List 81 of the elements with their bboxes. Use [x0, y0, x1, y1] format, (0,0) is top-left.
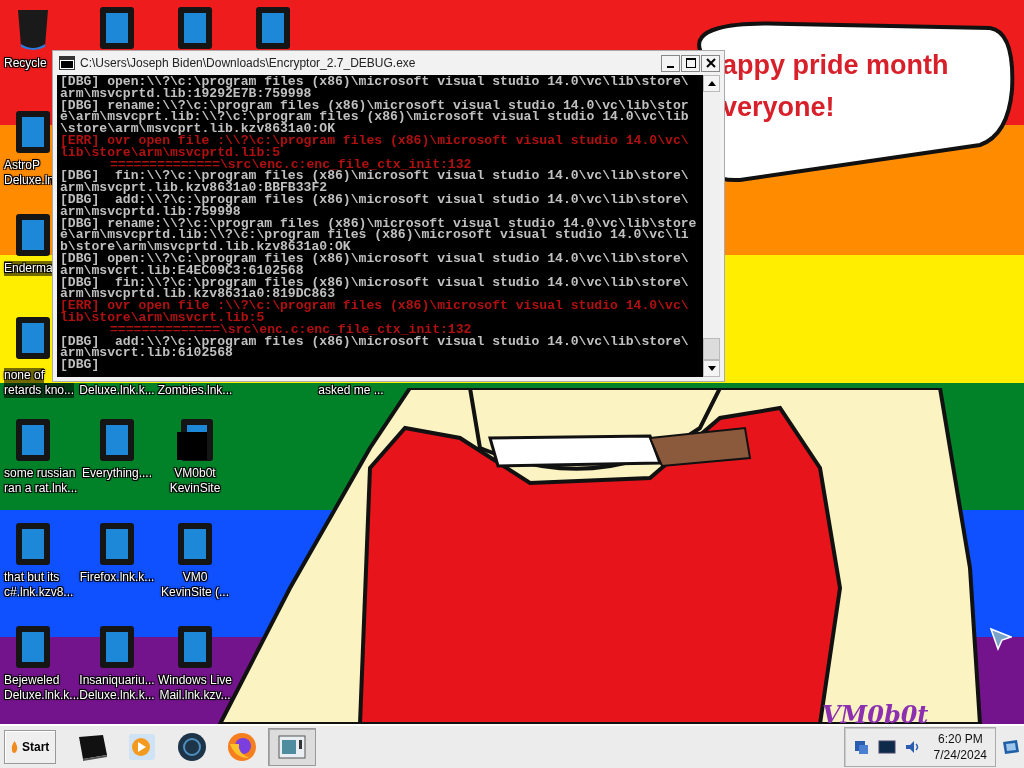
icon-label[interactable]: Firefox.lnk.k...	[79, 570, 155, 585]
shortcut-icon[interactable]	[15, 213, 51, 257]
network-icon[interactable]	[852, 739, 869, 755]
console-line: arm\msvcprtd.lib:759998	[60, 205, 241, 218]
minimize-button[interactable]	[661, 54, 680, 72]
speaker-icon[interactable]	[904, 739, 921, 755]
icon-label[interactable]: asked me ...	[318, 383, 384, 398]
icon-label[interactable]: VM0b0t	[174, 466, 216, 481]
window-title: C:\Users\Joseph Biden\Downloads\Encryptor_2.7_DEBUG.exe	[80, 56, 417, 70]
icon-label[interactable]: Zombies.lnk...	[157, 383, 233, 398]
console-line: e\arm\msvcprt.lib:\\?\c:\program files (x86)\microsoft visual studio 14.0\vc\lib	[60, 111, 690, 124]
console-line: lib\store\arm\msvcprtd.lib:5	[60, 146, 280, 159]
console-line: [DBG]	[60, 359, 101, 371]
icon-label[interactable]: Everything....	[82, 466, 152, 481]
console-line: [ERR] ovr open file :\\?\c:\program files (x86)\microsoft visual studio 14.0\vc\	[60, 300, 690, 312]
close-button[interactable]	[701, 54, 720, 72]
icon-label[interactable]: Deluxe.lnk.k...	[79, 688, 155, 703]
console-line: [DBG] rename:\\?\c:\program files (x86)\microsoft visual studio 14.0\vc\lib\store	[60, 217, 698, 230]
media-player-icon	[127, 732, 158, 762]
console-line: arm\msvcprtd.lib.kzv8631a0:819DC863	[60, 288, 335, 301]
maximize-button[interactable]	[681, 54, 700, 72]
console-line: arm\msvcprt.lib.kzv8631a0:BBFB33F2	[60, 182, 328, 194]
icon-label[interactable]: Recycle	[4, 56, 47, 71]
icon-label[interactable]: Windows Live	[158, 673, 232, 688]
minimize-icon	[667, 65, 674, 68]
flame-icon	[11, 741, 18, 753]
icon-label[interactable]: Mail.lnk.kzv...	[159, 688, 231, 703]
icon-label[interactable]: KevinSite	[169, 481, 221, 496]
scrollbar[interactable]	[703, 75, 720, 377]
icon-label[interactable]: retards kno...	[4, 383, 75, 398]
scroll-thumb[interactable]	[703, 338, 720, 360]
console-line: ==============\src\enc.c:enc_file_ctx_init:132	[110, 158, 472, 171]
icon-label[interactable]: Deluxe.lnk.k...	[79, 383, 155, 398]
start-button[interactable]: Start	[4, 730, 57, 764]
console-line: b\store\arm\msvcprtd.lib.kzv8631a0:OK	[60, 241, 351, 253]
console-line: [DBG] add:\\?\c:\program files (x86)\microsoft visual studio 14.0\vc\lib\store\	[60, 335, 690, 348]
icon-label[interactable]: KevinSite (...	[161, 585, 229, 600]
scroll-up-button[interactable]	[703, 75, 720, 92]
console-line: [DBG] open:\\?\c:\program files (x86)\microsoft visual studio 14.0\vc\lib\store\	[60, 252, 690, 265]
icon-label[interactable]: c#.lnk.kzv8...	[4, 585, 74, 600]
console-line: [DBG] rename:\\?\c:\program files (x86)\microsoft visual studio 14.0\vc\lib\stor	[60, 99, 690, 112]
scroll-down-button[interactable]	[703, 360, 720, 377]
console-line: \store\arm\msvcprt.lib.kzv8631a0:OK	[60, 123, 336, 135]
console-line: [DBG] add:\\?\c:\program files (x86)\microsoft visual studio 14.0\vc\lib\store\	[60, 193, 690, 206]
icon-label[interactable]: some russian	[4, 466, 76, 481]
firefox-icon	[227, 732, 258, 762]
globe-icon	[177, 732, 208, 762]
close-icon	[705, 58, 716, 68]
speech-bubble-text: veryone!	[722, 91, 836, 124]
wallpaper-signature: VM0b0t	[822, 700, 929, 729]
icon-label[interactable]: Insaniquariu...	[79, 673, 155, 688]
icon-label[interactable]: Enderma	[4, 261, 53, 276]
monitor-icon[interactable]	[877, 740, 896, 754]
console-line: lib\store\arm\msvcrt.lib:5	[60, 311, 265, 324]
up-arrow-icon	[707, 81, 716, 86]
icon-label[interactable]: none of	[4, 368, 45, 383]
speech-bubble-text: appy pride month	[722, 49, 949, 82]
icon-label[interactable]: ran a rat.lnk...	[4, 481, 78, 496]
icon-label[interactable]: that but its	[4, 570, 60, 585]
clock-date[interactable]: 7/24/2024	[933, 747, 987, 763]
console-line: ==============\src\enc.c:enc_file_ctx_init:132	[109, 323, 472, 336]
console-line: arm\msvcrt.lib:E4EC09C3:6102568	[60, 264, 305, 277]
shortcut-icon[interactable]	[15, 110, 51, 154]
shortcut-icon[interactable]	[15, 316, 51, 360]
window-icon	[278, 735, 307, 759]
console-line: e\arm\msvcprtd.lib:\\?\c:\program files (x86)\microsoft visual studio 14.0\vc\li	[60, 229, 690, 242]
console-line: [DBG] fin:\\?\c:\program files (x86)\microsoft visual studio 14.0\vc\lib\store\	[60, 170, 690, 183]
icon-label[interactable]: VM0	[182, 570, 208, 585]
console-line: [ERR] ovr open file :\\?\c:\program files (x86)\microsoft visual studio 14.0\vc\	[60, 135, 690, 147]
console-line: [DBG] open:\\?\c:\program files (x86)\microsoft visual studio 14.0\vc\lib\store\	[60, 76, 690, 88]
down-arrow-icon	[707, 366, 716, 371]
show-desktop-icon[interactable]	[1002, 739, 1020, 755]
pointer-icon	[990, 627, 1012, 651]
icon-label[interactable]: Bejeweled	[4, 673, 60, 688]
console-icon	[59, 56, 75, 70]
clock-time[interactable]: 6:20 PM	[937, 731, 983, 747]
icon-label[interactable]: Deluxe.lnk.k...	[4, 688, 80, 703]
console-line: arm\msvcprtd.lib:19292E7B:759998	[60, 87, 312, 100]
console-line: [DBG] fin:\\?\c:\program files (x86)\microsoft visual studio 14.0\vc\lib\store\	[60, 276, 690, 289]
maximize-icon	[685, 58, 696, 68]
console-line: arm\msvcrt.lib:6102568	[60, 347, 233, 360]
